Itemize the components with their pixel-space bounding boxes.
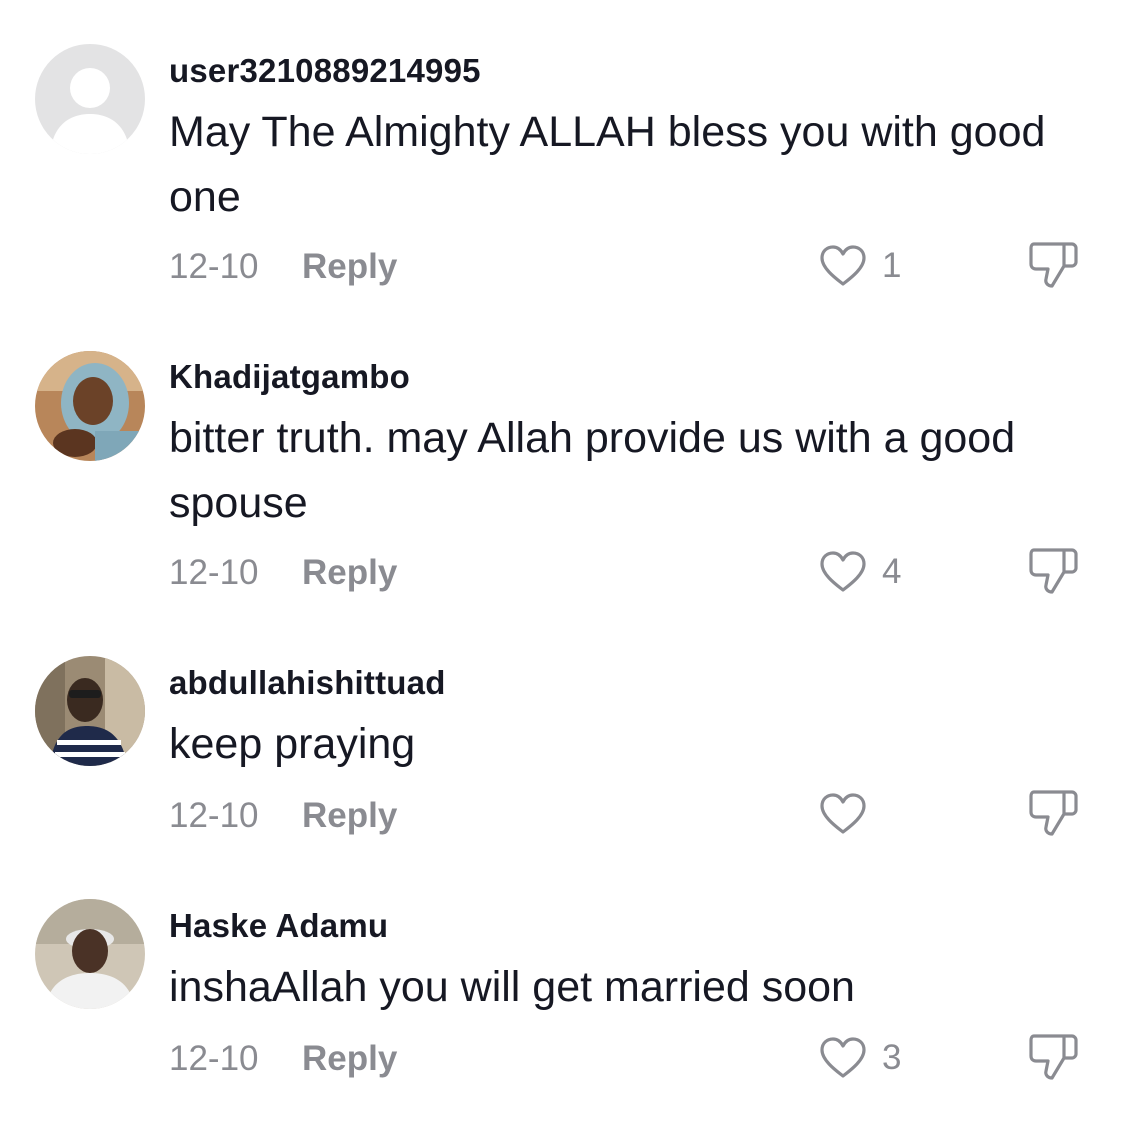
comment-date: 12-10 [169, 1039, 259, 1078]
comment-username[interactable]: user3210889214995 [169, 52, 481, 90]
reply-button[interactable]: Reply [302, 247, 397, 287]
avatar[interactable] [35, 899, 145, 1009]
comment-date: 12-10 [169, 796, 259, 835]
dislike-button[interactable] [1028, 546, 1080, 596]
user-photo-icon [35, 351, 145, 461]
comment-username[interactable]: abdullahishittuad [169, 664, 446, 702]
default-avatar-icon [35, 44, 145, 154]
heart-outline-icon [820, 245, 866, 286]
reply-button[interactable]: Reply [302, 1039, 397, 1079]
reply-button[interactable]: Reply [302, 553, 397, 593]
like-button[interactable]: 4 [818, 548, 901, 596]
heart-outline-icon [820, 793, 866, 834]
comment-text: keep praying [169, 720, 416, 768]
avatar[interactable] [35, 351, 145, 461]
dislike-button[interactable] [1028, 788, 1080, 838]
comment-date: 12-10 [169, 553, 259, 592]
thumbs-down-icon [1029, 790, 1078, 836]
like-button[interactable]: 1 [818, 242, 901, 290]
comment-username[interactable]: Haske Adamu [169, 907, 388, 945]
comment-text: bitter truth. may Allah provide us with … [169, 414, 1016, 527]
heart-outline-icon [820, 551, 866, 592]
like-count: 4 [882, 552, 902, 591]
comment-text: inshaAllah you will get married soon [169, 963, 855, 1011]
avatar[interactable] [35, 44, 145, 154]
comment-date: 12-10 [169, 247, 259, 286]
like-count: 1 [882, 246, 902, 285]
thumbs-down-icon [1029, 548, 1078, 594]
user-photo-icon [35, 656, 145, 766]
comment-username[interactable]: Khadijatgambo [169, 358, 410, 396]
user-photo-icon [35, 899, 145, 1009]
avatar[interactable] [35, 656, 145, 766]
like-button[interactable] [818, 790, 882, 838]
thumbs-down-icon [1029, 242, 1078, 288]
dislike-button[interactable] [1028, 240, 1080, 290]
dislike-button[interactable] [1028, 1032, 1080, 1082]
heart-outline-icon [820, 1037, 866, 1078]
thumbs-down-icon [1029, 1034, 1078, 1080]
like-count: 3 [882, 1038, 902, 1077]
reply-button[interactable]: Reply [302, 796, 397, 836]
like-button[interactable]: 3 [818, 1034, 901, 1082]
comment-text: May The Almighty ALLAH bless you with go… [169, 108, 1046, 221]
